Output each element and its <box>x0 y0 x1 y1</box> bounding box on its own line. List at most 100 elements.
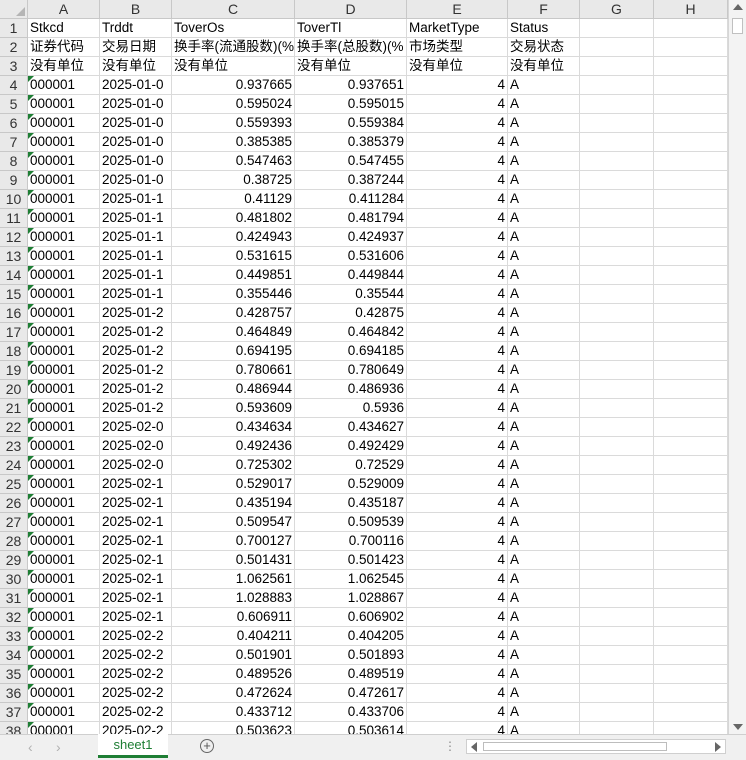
table-cell[interactable]: 0.435187 <box>295 494 407 513</box>
header-cell[interactable] <box>654 19 728 38</box>
table-cell[interactable]: A <box>508 304 580 323</box>
header-cell[interactable] <box>580 57 654 76</box>
table-cell[interactable]: 000001 <box>28 646 100 665</box>
header-cell[interactable]: 交易日期 <box>100 38 172 57</box>
header-cell[interactable]: 没有单位 <box>407 57 508 76</box>
row-header[interactable]: 29 <box>0 551 28 570</box>
table-cell[interactable] <box>580 475 654 494</box>
header-cell[interactable]: ToverTl <box>295 19 407 38</box>
table-cell[interactable] <box>580 456 654 475</box>
table-cell[interactable]: 4 <box>407 608 508 627</box>
table-cell[interactable]: 0.937651 <box>295 76 407 95</box>
table-cell[interactable]: 0.694195 <box>172 342 295 361</box>
table-cell[interactable] <box>580 171 654 190</box>
table-cell[interactable]: 000001 <box>28 456 100 475</box>
row-header[interactable]: 30 <box>0 570 28 589</box>
row-header[interactable]: 7 <box>0 133 28 152</box>
table-cell[interactable]: 2025-02-1 <box>100 494 172 513</box>
table-cell[interactable]: 0.509547 <box>172 513 295 532</box>
column-header-f[interactable]: F <box>508 0 580 19</box>
row-header[interactable]: 6 <box>0 114 28 133</box>
table-cell[interactable]: 0.435194 <box>172 494 295 513</box>
header-cell[interactable] <box>580 19 654 38</box>
header-cell[interactable]: 没有单位 <box>172 57 295 76</box>
table-cell[interactable]: 000001 <box>28 285 100 304</box>
table-cell[interactable] <box>580 114 654 133</box>
table-cell[interactable]: 000001 <box>28 323 100 342</box>
table-cell[interactable]: 4 <box>407 475 508 494</box>
table-cell[interactable] <box>580 399 654 418</box>
table-cell[interactable]: 4 <box>407 532 508 551</box>
column-header-b[interactable]: B <box>100 0 172 19</box>
row-header[interactable]: 12 <box>0 228 28 247</box>
table-cell[interactable] <box>580 532 654 551</box>
header-cell[interactable] <box>654 57 728 76</box>
table-cell[interactable]: 0.434627 <box>295 418 407 437</box>
row-header[interactable]: 24 <box>0 456 28 475</box>
row-header[interactable]: 2 <box>0 38 28 57</box>
header-cell[interactable]: 换手率(总股数)(% <box>295 38 407 57</box>
table-cell[interactable]: 0.937665 <box>172 76 295 95</box>
column-header-h[interactable]: H <box>654 0 728 19</box>
vertical-scrollbar[interactable] <box>728 0 746 734</box>
table-cell[interactable]: 2025-02-1 <box>100 551 172 570</box>
row-header[interactable]: 14 <box>0 266 28 285</box>
table-cell[interactable]: 0.501893 <box>295 646 407 665</box>
table-cell[interactable]: 0.433712 <box>172 703 295 722</box>
table-cell[interactable]: 0.780661 <box>172 361 295 380</box>
vertical-dots-icon[interactable]: ⋮ <box>444 739 456 753</box>
table-cell[interactable]: 0.404211 <box>172 627 295 646</box>
table-cell[interactable]: 1.028883 <box>172 589 295 608</box>
scroll-left-arrow-icon[interactable] <box>471 742 477 752</box>
table-cell[interactable]: A <box>508 589 580 608</box>
column-header-c[interactable]: C <box>172 0 295 19</box>
table-cell[interactable]: 0.434634 <box>172 418 295 437</box>
table-cell[interactable]: 000001 <box>28 513 100 532</box>
table-cell[interactable]: 0.387244 <box>295 171 407 190</box>
table-cell[interactable]: A <box>508 570 580 589</box>
row-header[interactable]: 33 <box>0 627 28 646</box>
table-cell[interactable] <box>654 722 728 734</box>
table-cell[interactable]: 0.489519 <box>295 665 407 684</box>
table-cell[interactable] <box>580 247 654 266</box>
table-cell[interactable] <box>580 627 654 646</box>
table-cell[interactable]: 000001 <box>28 703 100 722</box>
table-cell[interactable]: 4 <box>407 285 508 304</box>
table-cell[interactable]: 2025-01-2 <box>100 399 172 418</box>
table-cell[interactable]: 4 <box>407 209 508 228</box>
row-header[interactable]: 36 <box>0 684 28 703</box>
row-header[interactable]: 37 <box>0 703 28 722</box>
table-cell[interactable]: 000001 <box>28 570 100 589</box>
row-header[interactable]: 9 <box>0 171 28 190</box>
table-cell[interactable]: 2025-01-0 <box>100 76 172 95</box>
table-cell[interactable]: 000001 <box>28 304 100 323</box>
row-header[interactable]: 1 <box>0 19 28 38</box>
table-cell[interactable]: 000001 <box>28 399 100 418</box>
table-cell[interactable]: A <box>508 266 580 285</box>
table-cell[interactable]: 000001 <box>28 418 100 437</box>
row-header[interactable]: 11 <box>0 209 28 228</box>
table-cell[interactable]: 2025-02-1 <box>100 570 172 589</box>
table-cell[interactable]: 2025-02-1 <box>100 513 172 532</box>
table-cell[interactable]: 0.501431 <box>172 551 295 570</box>
table-cell[interactable]: 2025-01-2 <box>100 304 172 323</box>
table-cell[interactable] <box>654 456 728 475</box>
table-cell[interactable] <box>580 437 654 456</box>
table-cell[interactable] <box>654 152 728 171</box>
header-cell[interactable]: Stkcd <box>28 19 100 38</box>
table-cell[interactable]: 2025-02-0 <box>100 456 172 475</box>
header-cell[interactable]: 没有单位 <box>295 57 407 76</box>
table-cell[interactable]: 4 <box>407 722 508 734</box>
table-cell[interactable] <box>654 342 728 361</box>
table-cell[interactable]: A <box>508 722 580 734</box>
table-cell[interactable] <box>654 114 728 133</box>
table-cell[interactable]: 4 <box>407 703 508 722</box>
table-cell[interactable] <box>580 342 654 361</box>
table-cell[interactable]: 000001 <box>28 437 100 456</box>
table-cell[interactable]: 2025-02-2 <box>100 646 172 665</box>
table-cell[interactable]: 4 <box>407 228 508 247</box>
row-header[interactable]: 10 <box>0 190 28 209</box>
table-cell[interactable]: A <box>508 513 580 532</box>
table-cell[interactable] <box>654 247 728 266</box>
table-cell[interactable] <box>654 361 728 380</box>
